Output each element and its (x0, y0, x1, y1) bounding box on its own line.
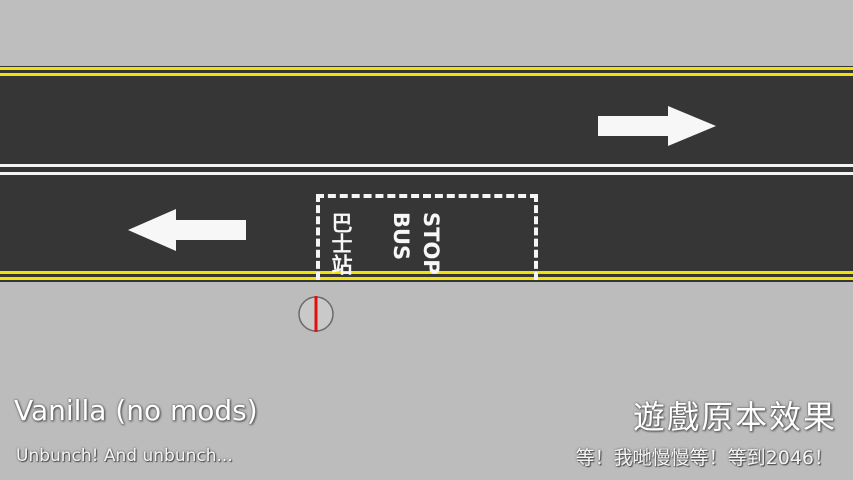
pavement-top (0, 0, 853, 66)
game-scene: 巴士站 BUS STOP Vanilla (no mods) Unbunch! … (0, 0, 853, 480)
caption-right-subtitle: 等！我哋慢慢等！等到2046！ (575, 447, 833, 469)
arrow-left-icon (128, 209, 246, 251)
caption-left-subtitle: Unbunch! And unbunch... (16, 446, 233, 466)
lane-divider-line-2 (0, 172, 853, 175)
arrow-right-icon (598, 106, 716, 146)
caption-right-title: 遊戲原本效果 (632, 398, 837, 436)
bus-stop-label-bus: BUS (389, 212, 413, 261)
yellow-line-top-1 (0, 67, 853, 70)
bus-stop-label-stop: STOP (419, 212, 443, 275)
yellow-line-top-2 (0, 73, 853, 76)
bus-stop-chinese-label: 巴士站 (329, 212, 353, 275)
caption-left-title: Vanilla (no mods) (14, 394, 258, 427)
lane-divider-line-1 (0, 164, 853, 167)
bus-stop-marker-icon[interactable] (297, 295, 335, 333)
